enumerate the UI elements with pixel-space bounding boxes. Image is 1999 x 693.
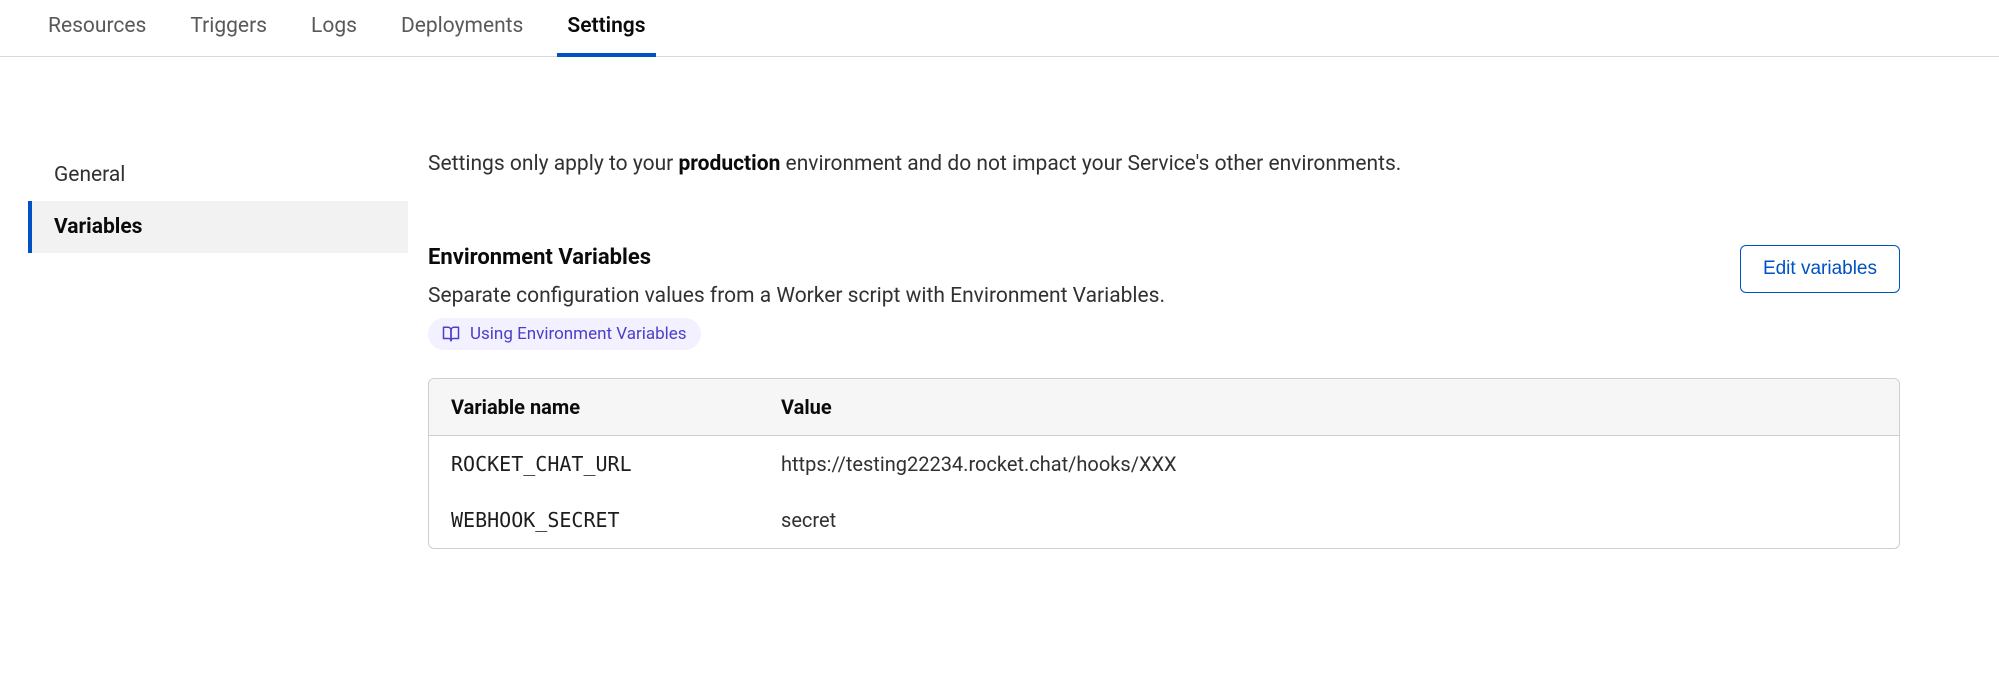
- sidebar-item-general[interactable]: General: [28, 149, 408, 201]
- column-header-value: Value: [759, 379, 1899, 435]
- sidebar-item-variables[interactable]: Variables: [28, 201, 408, 253]
- env-vars-title: Environment Variables: [428, 245, 1740, 270]
- var-value: https://testing22234.rocket.chat/hooks/X…: [759, 436, 1899, 492]
- book-icon: [442, 325, 460, 343]
- doc-link-label: Using Environment Variables: [470, 324, 687, 344]
- tabs-bar: Resources Triggers Logs Deployments Sett…: [0, 0, 1999, 57]
- main-content: Settings only apply to your production e…: [408, 149, 1948, 549]
- sidebar-item-label: Variables: [54, 215, 142, 239]
- tab-settings[interactable]: Settings: [567, 0, 645, 56]
- var-name: WEBHOOK_SECRET: [429, 492, 759, 548]
- env-vars-doc-link[interactable]: Using Environment Variables: [428, 318, 701, 350]
- var-value: secret: [759, 492, 1899, 548]
- column-header-name: Variable name: [429, 379, 759, 435]
- table-row: ROCKET_CHAT_URL https://testing22234.roc…: [429, 436, 1899, 492]
- tab-resources[interactable]: Resources: [48, 0, 146, 56]
- banner-suffix: environment and do not impact your Servi…: [780, 152, 1401, 176]
- banner-prefix: Settings only apply to your: [428, 152, 678, 176]
- tab-logs[interactable]: Logs: [311, 0, 357, 56]
- settings-sidebar: General Variables: [0, 149, 408, 549]
- banner-bold: production: [678, 152, 780, 176]
- tab-triggers[interactable]: Triggers: [190, 0, 267, 56]
- env-vars-table: Variable name Value ROCKET_CHAT_URL http…: [428, 378, 1900, 549]
- env-vars-description: Separate configuration values from a Wor…: [428, 284, 1740, 308]
- tab-deployments[interactable]: Deployments: [401, 0, 523, 56]
- environment-scope-banner: Settings only apply to your production e…: [428, 149, 1900, 181]
- table-row: WEBHOOK_SECRET secret: [429, 492, 1899, 548]
- edit-variables-button[interactable]: Edit variables: [1740, 245, 1900, 293]
- table-header: Variable name Value: [429, 379, 1899, 436]
- sidebar-item-label: General: [54, 163, 125, 187]
- var-name: ROCKET_CHAT_URL: [429, 436, 759, 492]
